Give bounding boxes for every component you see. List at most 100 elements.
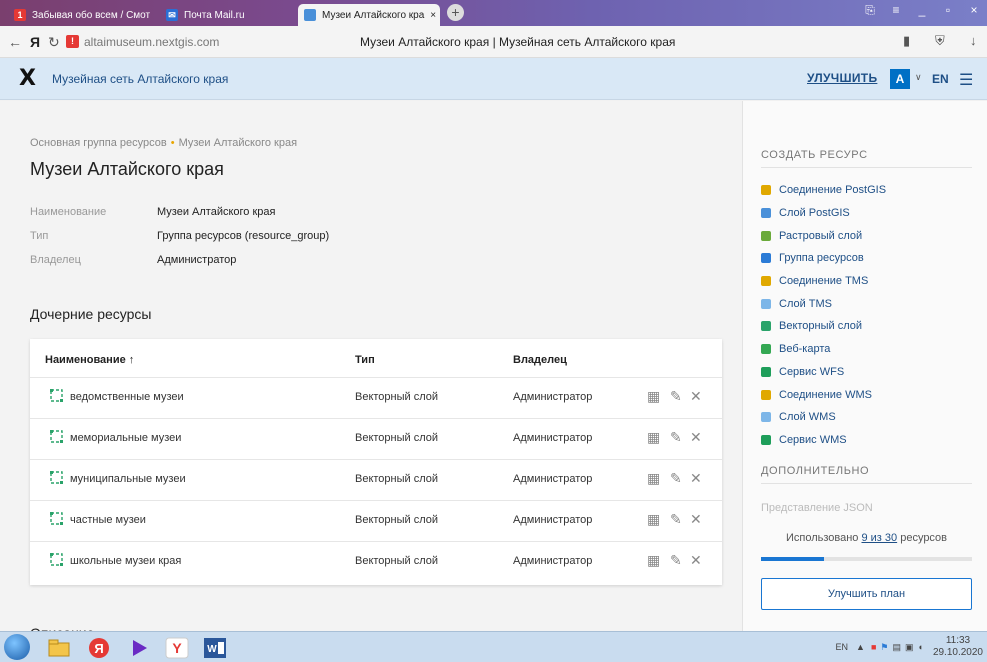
tab-close-icon[interactable]: × [430, 10, 436, 21]
close-window-icon[interactable]: × [961, 3, 987, 18]
table-view-icon[interactable]: ▦ [647, 470, 660, 487]
row-type: Векторный слой [355, 432, 439, 444]
edit-icon[interactable]: ✎ [670, 552, 682, 569]
create-wms-connection[interactable]: Соединение WMS [761, 383, 886, 406]
vector-layer-icon [761, 321, 771, 332]
nextgis-logo[interactable]: X [19, 66, 36, 91]
delete-icon[interactable]: ✕ [690, 511, 702, 528]
tray-clock[interactable]: 11:33 29.10.2020 [933, 635, 983, 659]
table-row[interactable]: ведомственные музеи Векторный слой Админ… [30, 377, 722, 417]
children-heading: Дочерние ресурсы [30, 306, 152, 322]
resource-item-label: Сервис WFS [779, 365, 845, 378]
url-field[interactable]: altaimuseum.nextgis.com [84, 35, 219, 49]
bookmark-icon[interactable]: ▮ [903, 33, 910, 49]
minimize-icon[interactable]: _ [909, 3, 935, 18]
language-switch[interactable]: EN [932, 72, 949, 86]
tab-museums[interactable]: Музеи Алтайского кра × [298, 4, 440, 26]
window-controls: ⎘ ≡ _ ▫ × [857, 3, 987, 18]
extension-icon[interactable]: ⎘ [857, 3, 883, 18]
create-raster-layer[interactable]: Растровый слой [761, 224, 886, 247]
table-view-icon[interactable]: ▦ [647, 552, 660, 569]
delete-icon[interactable]: ✕ [690, 552, 702, 569]
app-title[interactable]: Музейная сеть Алтайского края [52, 72, 228, 86]
reload-icon[interactable]: ↻ [48, 34, 60, 51]
tray-network-icon[interactable]: ▤ [892, 642, 901, 653]
edit-icon[interactable]: ✎ [670, 470, 682, 487]
create-vector-layer[interactable]: Векторный слой [761, 315, 886, 338]
hamburger-menu-icon[interactable]: ☰ [959, 70, 973, 90]
svg-text:W: W [207, 644, 217, 655]
protect-icon[interactable]: ⛨ [935, 33, 945, 49]
media-player-icon[interactable] [124, 635, 154, 660]
create-wms-service[interactable]: Сервис WMS [761, 429, 886, 452]
delete-icon[interactable]: ✕ [690, 429, 702, 446]
row-type: Векторный слой [355, 514, 439, 526]
edit-icon[interactable]: ✎ [670, 429, 682, 446]
create-resource-group[interactable]: Группа ресурсов [761, 247, 886, 270]
back-icon[interactable]: ← [8, 34, 22, 50]
table-view-icon[interactable]: ▦ [647, 388, 660, 405]
edit-icon[interactable]: ✎ [670, 388, 682, 405]
breadcrumb: Основная группа ресурсов • Музеи Алтайског… [30, 137, 297, 149]
create-postgis-layer[interactable]: Слой PostGIS [761, 202, 886, 225]
create-postgis-connection[interactable]: Соединение PostGIS [761, 179, 886, 202]
tray-monitor-icon[interactable]: ▣ [905, 642, 914, 653]
tab-mail[interactable]: ✉ Почта Mail.ru [160, 4, 292, 26]
row-name[interactable]: муниципальные музеи [70, 473, 186, 485]
delete-icon[interactable]: ✕ [690, 470, 702, 487]
maximize-icon[interactable]: ▫ [935, 3, 961, 18]
table-header: Наименование ↑ Тип Владелец [30, 339, 722, 377]
tray-volume-icon[interactable]: ◖ [918, 642, 923, 652]
column-type-header[interactable]: Тип [355, 354, 375, 366]
yandex-browser-icon[interactable]: Я [84, 635, 114, 660]
system-tray: EN ▲ ■ ⚑ ▤ ▣ ◖ 11:33 29.10.2020 [836, 635, 983, 659]
column-owner-header[interactable]: Владелец [513, 354, 567, 366]
chevron-down-icon[interactable]: ∨ [915, 72, 922, 83]
resource-icon [761, 230, 771, 241]
table-row[interactable]: школьные музеи края Векторный слой Админ… [30, 541, 722, 581]
create-tms-connection[interactable]: Соединение TMS [761, 270, 886, 293]
file-explorer-icon[interactable] [44, 635, 74, 660]
row-owner: Администратор [513, 391, 593, 403]
upgrade-plan-button[interactable]: Улучшить план [761, 578, 972, 610]
table-row[interactable]: муниципальные музеи Векторный слой Админ… [30, 459, 722, 499]
tray-lang[interactable]: EN [836, 642, 849, 652]
upgrade-link[interactable]: УЛУЧШИТЬ [807, 71, 877, 85]
property-row: Владелец Администратор [30, 254, 329, 278]
avatar[interactable]: A [890, 69, 910, 89]
row-name[interactable]: мемориальные музеи [70, 432, 181, 444]
new-tab-button[interactable]: + [447, 4, 464, 21]
create-wms-layer[interactable]: Слой WMS [761, 406, 886, 429]
tab-badge-icon: 1 [14, 9, 26, 21]
create-resource-list: Соединение PostGIS Слой PostGIS Растровы… [761, 179, 886, 451]
os-taskbar: Я Y W EN ▲ ■ ⚑ ▤ ▣ ◖ 11:33 29.10.2020 [0, 631, 987, 662]
row-name[interactable]: ведомственные музеи [70, 391, 184, 403]
table-row[interactable]: частные музеи Векторный слой Администрат… [30, 500, 722, 540]
yandex-icon[interactable]: Я [30, 34, 40, 50]
column-name-header[interactable]: Наименование ↑ [45, 354, 134, 366]
tray-app-icon[interactable]: ■ [871, 642, 876, 652]
table-view-icon[interactable]: ▦ [647, 429, 660, 446]
create-wfs-service[interactable]: Сервис WFS [761, 361, 886, 384]
breadcrumb-parent[interactable]: Основная группа ресурсов [30, 137, 167, 149]
usage-suffix: ресурсов [900, 532, 948, 544]
yandex-app-icon[interactable]: Y [162, 635, 192, 660]
delete-icon[interactable]: ✕ [690, 388, 702, 405]
start-button[interactable] [4, 634, 30, 660]
table-row[interactable]: мемориальные музеи Векторный слой Админи… [30, 418, 722, 458]
usage-link[interactable]: 9 из 30 [861, 532, 897, 544]
create-web-map[interactable]: Веб-карта [761, 338, 886, 361]
tray-up-icon[interactable]: ▲ [856, 642, 865, 652]
divider [761, 483, 972, 484]
edit-icon[interactable]: ✎ [670, 511, 682, 528]
download-icon[interactable]: ↓ [970, 33, 977, 48]
menu-icon[interactable]: ≡ [883, 3, 909, 18]
create-tms-layer[interactable]: Слой TMS [761, 292, 886, 315]
json-view-link[interactable]: Представление JSON [761, 502, 873, 514]
table-view-icon[interactable]: ▦ [647, 511, 660, 528]
row-name[interactable]: частные музеи [70, 514, 146, 526]
tab-zabyvaya[interactable]: 1 Забывая обо всем / Смот [8, 4, 154, 26]
word-icon[interactable]: W [200, 635, 230, 660]
row-name[interactable]: школьные музеи края [70, 555, 181, 567]
tray-flag-icon[interactable]: ⚑ [880, 642, 888, 653]
